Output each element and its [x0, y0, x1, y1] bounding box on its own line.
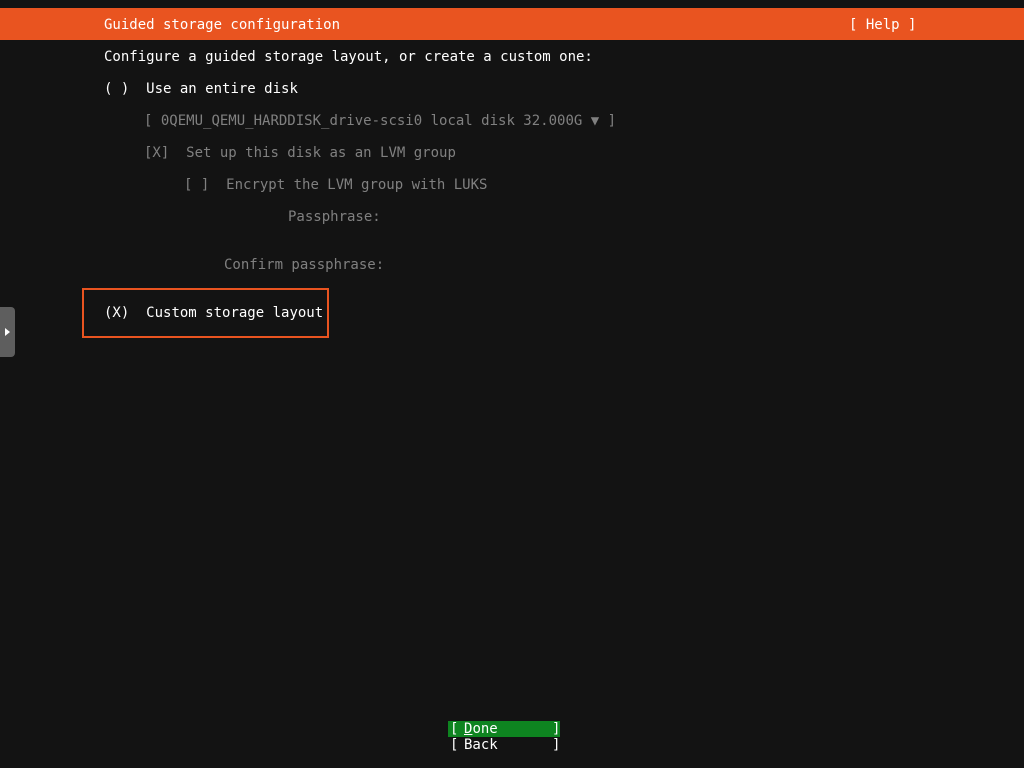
done-left-bracket: [	[450, 721, 459, 737]
disk-select-value: 0QEMU_QEMU_HARDDISK_drive-scsi0 local di…	[160, 113, 583, 129]
installer-screen: Guided storage configuration [ Help ] Co…	[0, 0, 1024, 768]
top-strip	[0, 0, 1024, 8]
custom-layout-label: Custom storage layout	[146, 305, 324, 321]
done-button[interactable]: [ Done ]	[448, 721, 560, 737]
custom-storage-layout-option[interactable]: (X) Custom storage layout	[104, 305, 323, 321]
lvm-check-mark[interactable]: [X]	[144, 145, 169, 161]
disk-select-close-bracket: ]	[607, 113, 617, 129]
passphrase-label: Passphrase:	[288, 209, 381, 225]
dropdown-arrow-icon: ▼	[590, 113, 600, 129]
done-right-bracket: ]	[552, 721, 561, 737]
back-label: Back	[464, 737, 498, 753]
custom-layout-radio[interactable]: (X)	[104, 305, 129, 321]
use-entire-disk-option[interactable]: ( ) Use an entire disk	[104, 81, 298, 97]
back-button[interactable]: [ Back ]	[448, 737, 560, 753]
done-label: Done	[464, 721, 498, 737]
chevron-right-icon	[5, 328, 10, 336]
luks-encrypt-checkbox[interactable]: [ ] Encrypt the LVM group with LUKS	[184, 177, 487, 193]
intro-text: Configure a guided storage layout, or cr…	[104, 49, 593, 65]
luks-check-mark[interactable]: [ ]	[184, 177, 209, 193]
page-title: Guided storage configuration	[104, 17, 341, 33]
luks-label: Encrypt the LVM group with LUKS	[226, 177, 488, 193]
help-button[interactable]: [ Help ]	[849, 17, 916, 33]
done-label-rest: one	[472, 721, 498, 737]
disk-select[interactable]: [ 0QEMU_QEMU_HARDDISK_drive-scsi0 local …	[144, 113, 616, 129]
use-entire-disk-label: Use an entire disk	[146, 81, 298, 97]
side-panel-toggle[interactable]	[0, 307, 15, 357]
confirm-passphrase-label: Confirm passphrase:	[224, 257, 385, 273]
use-entire-disk-radio[interactable]: ( )	[104, 81, 129, 97]
lvm-label: Set up this disk as an LVM group	[186, 145, 456, 161]
back-left-bracket: [	[450, 737, 459, 753]
lvm-group-checkbox[interactable]: [X] Set up this disk as an LVM group	[144, 145, 456, 161]
back-right-bracket: ]	[552, 737, 561, 753]
disk-select-open-bracket: [	[144, 113, 153, 129]
